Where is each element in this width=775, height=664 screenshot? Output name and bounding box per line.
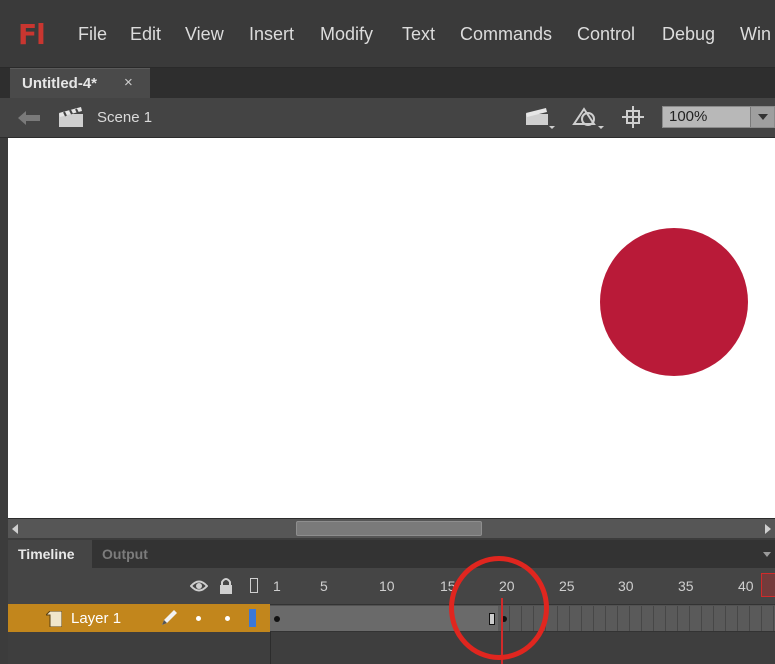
edit-bar: Scene 1 100% [0, 98, 775, 138]
menu-modify[interactable]: Modify [320, 24, 373, 45]
frame-number: 35 [678, 578, 694, 594]
edit-scene-icon[interactable] [525, 106, 555, 130]
horizontal-scrollbar[interactable] [8, 518, 775, 538]
pencil-icon [162, 610, 177, 625]
stage-canvas[interactable] [8, 138, 775, 518]
menu-text[interactable]: Text [402, 24, 435, 45]
tab-timeline[interactable]: Timeline [8, 540, 92, 568]
keyframe-start[interactable] [274, 616, 280, 622]
menu-debug[interactable]: Debug [662, 24, 715, 45]
eye-icon[interactable] [190, 579, 208, 593]
close-icon[interactable]: × [124, 74, 133, 91]
lock-dot[interactable] [225, 616, 230, 621]
layer-row[interactable]: Layer 1 [8, 604, 775, 632]
document-tab-strip: Untitled-4* × [0, 68, 775, 98]
menu-file[interactable]: File [78, 24, 107, 45]
zoom-select[interactable]: 100% [662, 106, 775, 128]
menu-insert[interactable]: Insert [249, 24, 294, 45]
layer-icon [46, 611, 62, 627]
menu-window[interactable]: Win [740, 24, 771, 45]
menu-edit[interactable]: Edit [130, 24, 161, 45]
layer-info[interactable]: Layer 1 [8, 604, 270, 632]
clapperboard-icon [59, 107, 83, 127]
layer-outline-color-swatch[interactable] [249, 609, 256, 627]
lock-icon[interactable] [219, 577, 233, 594]
scroll-left-icon[interactable] [12, 524, 18, 534]
center-stage-icon[interactable] [622, 106, 644, 128]
menu-control[interactable]: Control [577, 24, 635, 45]
timeline-bottom [8, 632, 775, 664]
visibility-dot[interactable] [196, 616, 201, 621]
timeline-header: 1 5 10 15 20 25 30 35 40 [8, 568, 775, 604]
panel-menu-icon[interactable] [763, 552, 771, 557]
back-arrow-icon[interactable] [18, 111, 40, 125]
frame-number: 5 [320, 578, 328, 594]
zoom-value: 100% [669, 108, 708, 125]
frame-number: 25 [559, 578, 575, 594]
layer-name[interactable]: Layer 1 [71, 610, 121, 627]
chevron-down-icon[interactable] [750, 107, 774, 127]
tab-output[interactable]: Output [92, 540, 166, 568]
frame-number: 30 [618, 578, 634, 594]
divider [270, 632, 271, 664]
edit-symbol-icon[interactable] [572, 106, 606, 130]
document-tab-title: Untitled-4* [22, 75, 97, 92]
document-tab[interactable]: Untitled-4* × [10, 68, 150, 98]
scene-label[interactable]: Scene 1 [97, 109, 152, 126]
frame-number: 40 [738, 578, 754, 594]
menu-commands[interactable]: Commands [460, 24, 552, 45]
playhead-marker[interactable] [761, 573, 775, 597]
red-circle-shape[interactable] [600, 228, 748, 376]
annotation-circle [449, 556, 549, 660]
frame-number: 1 [273, 578, 281, 594]
flash-logo: Fl [18, 18, 46, 51]
panel-tabs: Timeline Output [8, 540, 775, 568]
menu-view[interactable]: View [185, 24, 224, 45]
scroll-thumb[interactable] [296, 521, 482, 536]
outline-icon[interactable] [250, 578, 258, 593]
scroll-right-icon[interactable] [765, 524, 771, 534]
frame-number: 10 [379, 578, 395, 594]
menu-bar: Fl File Edit View Insert Modify Text Com… [0, 0, 775, 68]
